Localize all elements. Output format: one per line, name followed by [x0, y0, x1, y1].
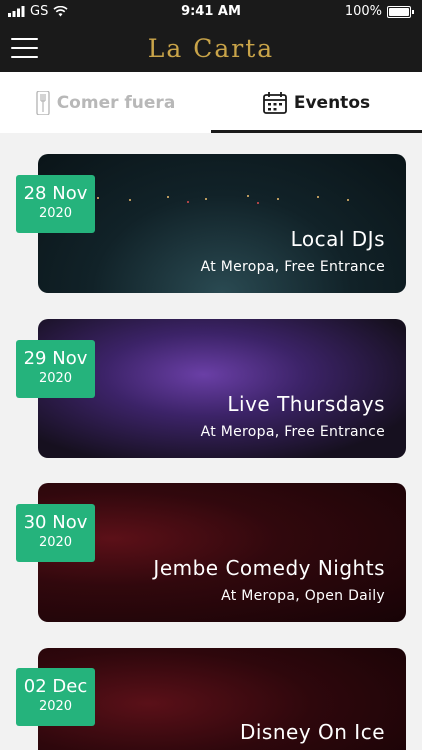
- date-year: 2020: [38, 371, 73, 386]
- event-title: Local DJs: [290, 227, 385, 251]
- date-day: 29 Nov: [23, 348, 88, 369]
- app-header: La Carta: [0, 24, 422, 72]
- app-title: La Carta: [147, 34, 275, 63]
- utensils-icon: [36, 90, 50, 115]
- date-badge: 30 Nov 2020: [16, 504, 95, 562]
- battery-icon: [387, 5, 411, 18]
- event-subtitle: At Meropa, Free Entrance: [200, 259, 385, 275]
- tab-eventos-label: Eventos: [293, 92, 371, 113]
- tab-bar: Comer fuera Eventos: [0, 72, 422, 133]
- event-title: Live Thursdays: [227, 392, 385, 416]
- event-title: Jembe Comedy Nights: [153, 556, 385, 580]
- battery-percent: 100%: [344, 4, 382, 19]
- date-day: 30 Nov: [23, 512, 88, 533]
- tab-eventos[interactable]: Eventos: [211, 72, 422, 133]
- status-bar: GS 9:41 AM 100%: [0, 0, 422, 24]
- date-day: 28 Nov: [23, 183, 88, 204]
- date-day: 02 Dec: [23, 676, 88, 697]
- status-right: 100%: [345, 4, 414, 19]
- event-subtitle: At Meropa, Open Daily: [221, 588, 385, 604]
- tab-comer-fuera-label: Comer fuera: [56, 92, 176, 113]
- date-year: 2020: [38, 206, 73, 221]
- date-badge: 29 Nov 2020: [16, 340, 95, 398]
- events-list: Local DJs At Meropa, Free Entrance 28 No…: [0, 133, 422, 750]
- event-title: Disney On Ice: [239, 720, 385, 744]
- tab-comer-fuera[interactable]: Comer fuera: [0, 72, 211, 133]
- date-badge: 02 Dec 2020: [16, 668, 95, 726]
- battery-tip: [412, 9, 414, 14]
- calendar-icon: [262, 91, 287, 114]
- date-year: 2020: [38, 699, 73, 714]
- date-year: 2020: [38, 535, 73, 550]
- event-subtitle: At Meropa, Free Entrance: [200, 424, 385, 440]
- date-badge: 28 Nov 2020: [16, 175, 95, 233]
